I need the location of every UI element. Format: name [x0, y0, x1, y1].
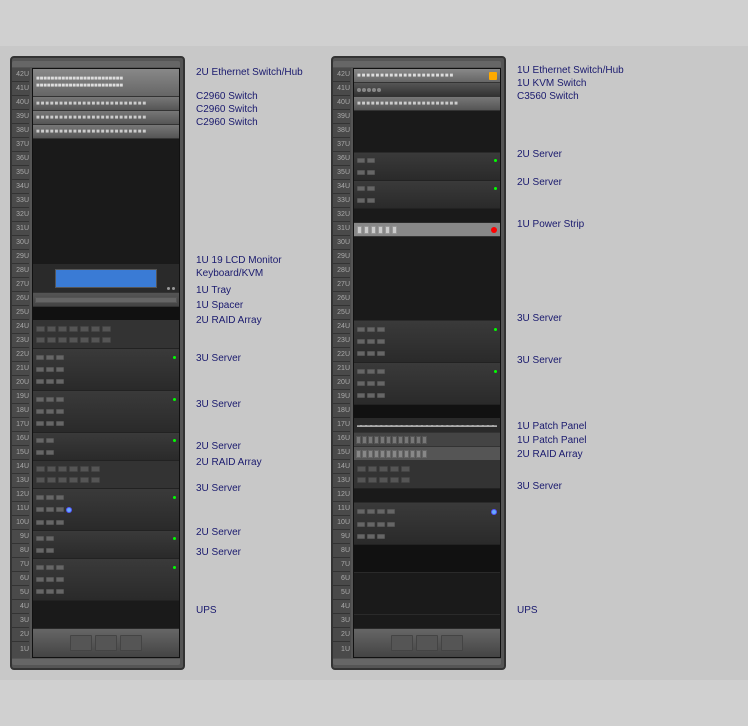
r2-empty-6 [354, 545, 500, 573]
empty-r1-2 [33, 601, 179, 629]
c2960-3: ■■■■■■■■■■■■■■■■■■■■■■■■ [33, 125, 179, 139]
raid-2 [33, 461, 179, 489]
r2-patch-panel-2 [354, 447, 500, 461]
server-r1-6 [33, 559, 179, 601]
rack1-wrapper: 42U 41U 40U 39U 38U 37U 36U 35U 34U 33U … [10, 56, 321, 670]
r2-server-3 [354, 321, 500, 363]
r2-server-5 [354, 503, 500, 545]
label-r1-raid1: 2U RAID Array [196, 314, 262, 327]
tray-1 [33, 293, 179, 307]
label-r1-ups: UPS [196, 604, 217, 617]
label-r1-lcd: 1U 19 LCD Monitor Keyboard/KVM [196, 254, 282, 280]
label-r1-server2: 3U Server [196, 398, 241, 411]
label-r2-ups: UPS [517, 604, 538, 617]
ups-r1 [33, 629, 179, 657]
label-r1-server1: 3U Server [196, 352, 241, 365]
label-r1-tray: 1U Tray [196, 284, 231, 297]
r2-power-strip [354, 223, 500, 237]
raid-1 [33, 321, 179, 349]
r2-empty-3 [354, 237, 500, 321]
label-r1-spacer: 1U Spacer [196, 299, 243, 312]
r2-server-2 [354, 181, 500, 209]
r2-empty-7 [354, 573, 500, 615]
r2-eth-switch: ■■■■■■■■■■■■■■■■■■■■■ [354, 69, 500, 83]
server-r1-1 [33, 349, 179, 391]
c2960-2: ■■■■■■■■■■■■■■■■■■■■■■■■ [33, 111, 179, 125]
server-r1-4 [33, 489, 179, 531]
label-r2-patch2: 1U Patch Panel [517, 434, 587, 447]
label-r1-server4: 3U Server [196, 482, 241, 495]
server-r1-3 [33, 433, 179, 461]
label-r1-eth-switch: 2U Ethernet Switch/Hub [196, 66, 303, 79]
label-r2-eth: 1U Ethernet Switch/Hub 1U KVM Switch C35… [517, 64, 624, 103]
label-r1-server3: 2U Server [196, 440, 241, 453]
r2-empty-4 [354, 405, 500, 419]
rack2-wrapper: 42U 41U 40U 39U 38U 37U 36U 35U 34U 33U … [331, 56, 642, 670]
r2-empty-8 [354, 615, 500, 629]
label-r2-server1: 2U Server [517, 148, 562, 161]
label-r1-server5: 2U Server [196, 526, 241, 539]
rack2: 42U 41U 40U 39U 38U 37U 36U 35U 34U 33U … [331, 56, 506, 670]
r2-cable-mgmt [354, 419, 500, 433]
ethernet-switch-1: ■■■■■■■■■■■■■■■■■■■■■■■■ ■■■■■■■■■■■■■■■… [33, 69, 179, 97]
r2-c3560: ■■■■■■■■■■■■■■■■■■■■■■ [354, 97, 500, 111]
r2-server-1 [354, 153, 500, 181]
lcd-monitor [33, 265, 179, 293]
main-container: 42U 41U 40U 39U 38U 37U 36U 35U 34U 33U … [0, 46, 748, 680]
r2-server-4 [354, 363, 500, 405]
rack1: 42U 41U 40U 39U 38U 37U 36U 35U 34U 33U … [10, 56, 185, 670]
r2-kvm-switch [354, 83, 500, 97]
label-r2-raid: 2U RAID Array [517, 448, 583, 461]
r2-ups [354, 629, 500, 657]
server-r1-2 [33, 391, 179, 433]
label-r2-powerstrip: 1U Power Strip [517, 218, 584, 231]
label-r2-server3: 3U Server [517, 312, 562, 325]
server-r1-5 [33, 531, 179, 559]
label-r2-patch1: 1U Patch Panel [517, 420, 587, 433]
label-r2-server4: 3U Server [517, 354, 562, 367]
label-r1-server6: 3U Server [196, 546, 241, 559]
r2-raid-1 [354, 461, 500, 489]
c2960-1: ■■■■■■■■■■■■■■■■■■■■■■■■ [33, 97, 179, 111]
empty-r1-1 [33, 139, 179, 265]
r2-empty-2 [354, 209, 500, 223]
spacer-1 [33, 307, 179, 321]
label-r2-server2: 2U Server [517, 176, 562, 189]
label-r1-c2960: C2960 Switch C2960 Switch C2960 Switch [196, 90, 258, 129]
r2-empty-1 [354, 111, 500, 153]
label-r1-raid2: 2U RAID Array [196, 456, 262, 469]
r2-patch-panel-1 [354, 433, 500, 447]
r2-empty-5 [354, 489, 500, 503]
label-r2-server5: 3U Server [517, 480, 562, 493]
